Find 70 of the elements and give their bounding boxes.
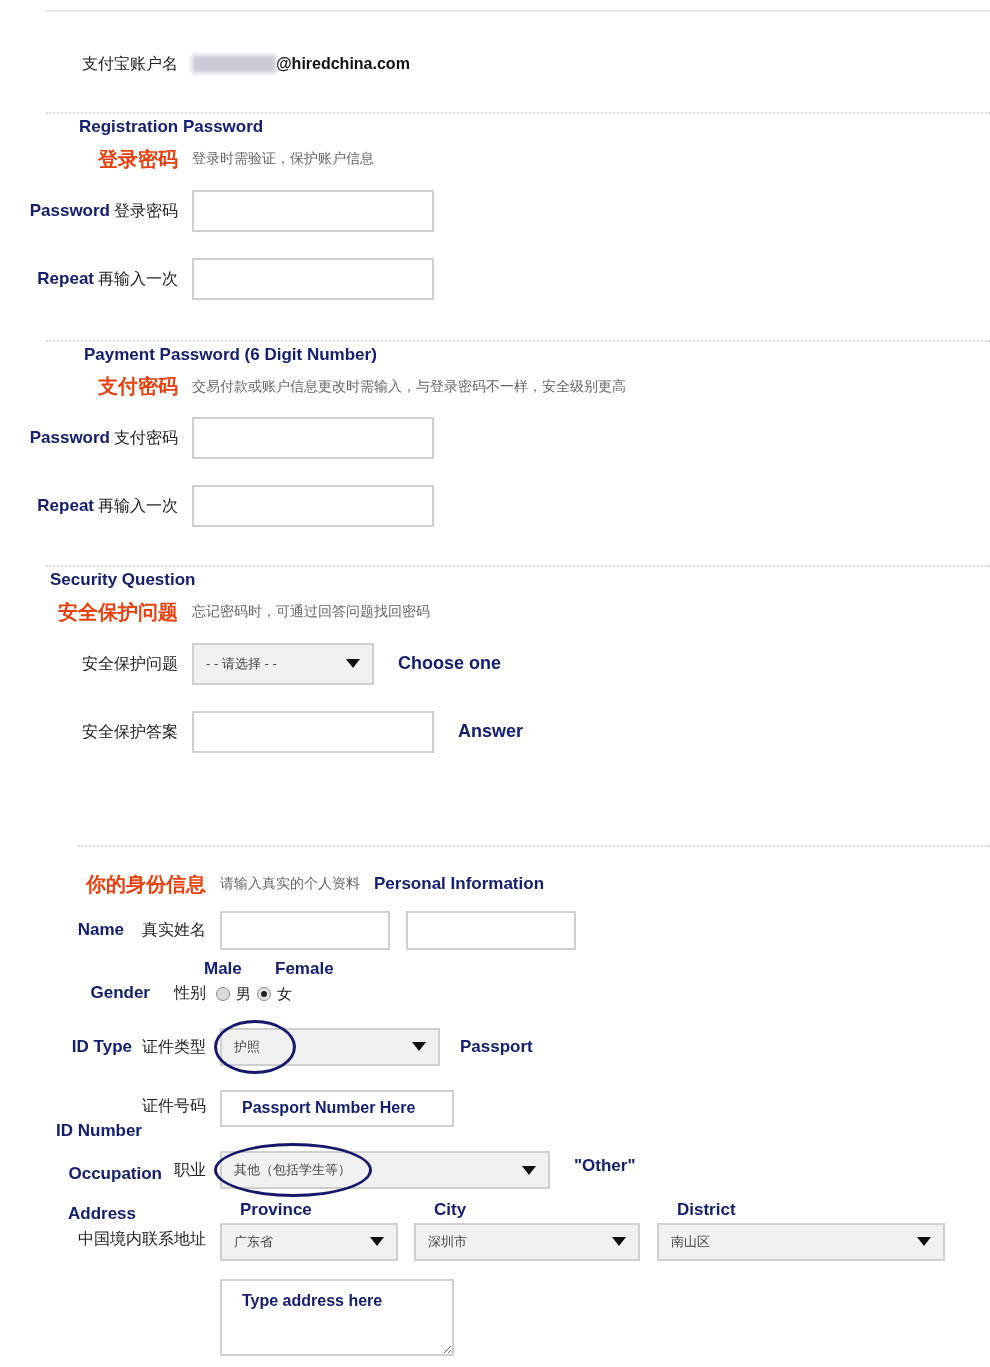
field-annotation: Passport: [460, 1035, 533, 1058]
field-label-english: Password: [29, 427, 110, 450]
option-annotation: Female: [275, 957, 334, 980]
option-annotation: Male: [204, 957, 243, 980]
dropdown[interactable]: 护照: [220, 1027, 440, 1066]
field-label: 职业: [174, 1160, 206, 1180]
input-field[interactable]: [192, 485, 434, 527]
caret-icon: [412, 1042, 426, 1051]
field-label-english: Occupation: [68, 1163, 162, 1186]
input-field[interactable]: [406, 910, 576, 950]
field-annotation: Province: [240, 1199, 313, 1221]
address-textarea[interactable]: Type address here: [220, 1278, 454, 1356]
radio-option[interactable]: 男: [216, 983, 251, 1006]
input-field[interactable]: [192, 189, 434, 232]
field-annotation: Answer: [458, 720, 524, 743]
section-hint: 交易付款或账户信息更改时需输入，与登录密码不一样，安全级别更高: [192, 376, 626, 396]
account-email: @hiredchina.com: [276, 54, 410, 74]
section-title: 安全保护问题: [58, 599, 178, 625]
field-label: 再输入一次: [98, 268, 178, 289]
input-field[interactable]: [192, 417, 434, 459]
section-annotation: Registration Password: [78, 116, 265, 138]
dropdown[interactable]: 南山区: [657, 1222, 945, 1261]
field-label: 性别: [174, 982, 206, 1003]
field-label: 安全保护问题: [82, 653, 178, 674]
field-label-english: Repeat: [37, 495, 94, 518]
field-label-english: ID Type: [71, 1035, 132, 1058]
field-annotation: District: [677, 1199, 737, 1221]
dropdown[interactable]: 广东省: [220, 1222, 398, 1261]
input-field[interactable]: [220, 910, 390, 950]
field-label: 中国境内联系地址: [78, 1228, 206, 1249]
section-title: 登录密码: [98, 146, 178, 172]
field-label-english: Password: [29, 199, 110, 222]
caret-icon: [612, 1237, 626, 1246]
section-title: 你的身份信息: [86, 871, 206, 897]
field-label-english: Address: [68, 1203, 137, 1225]
input-field[interactable]: [192, 710, 434, 753]
radio-option[interactable]: 女: [257, 983, 334, 1006]
input-field[interactable]: Passport Number Here: [220, 1089, 454, 1127]
field-annotation: "Other": [574, 1155, 636, 1178]
section-hint: 忘记密码时，可通过回答问题找回密码: [192, 602, 430, 621]
field-label: 真实姓名: [142, 920, 206, 940]
section-annotation: Personal Information: [374, 872, 545, 895]
field-label-english: Repeat: [37, 267, 94, 290]
section-hint: 登录时需验证，保护账户信息: [192, 149, 374, 168]
field-annotation: City: [434, 1199, 468, 1221]
field-label: 支付宝账户名: [82, 54, 178, 74]
field-label: 支付密码: [114, 428, 178, 448]
caret-icon: [346, 659, 360, 668]
section-hint: 请输入真实的个人资料: [220, 874, 360, 893]
dropdown[interactable]: 深圳市: [414, 1222, 640, 1261]
field-label-english: Gender: [90, 982, 150, 1004]
field-label-english: Name: [77, 919, 124, 942]
field-label: 证件类型: [142, 1036, 206, 1057]
field-label: 安全保护答案: [82, 721, 178, 742]
field-label: 登录密码: [114, 200, 178, 221]
caret-icon: [917, 1237, 931, 1246]
section-annotation: Security Question: [49, 569, 197, 591]
section-title: 支付密码: [98, 374, 178, 399]
field-label: 证件号码: [142, 1095, 206, 1116]
radio-button[interactable]: [216, 987, 230, 1002]
caret-icon: [522, 1165, 536, 1175]
section-annotation: Payment Password (6 Digit Number): [83, 343, 378, 366]
dropdown[interactable]: - - 请选择 - -: [192, 642, 374, 685]
field-annotation: Choose one: [398, 652, 501, 675]
field-label: 再输入一次: [98, 496, 178, 516]
dropdown[interactable]: 其他（包括学生等）: [220, 1151, 550, 1189]
radio-button[interactable]: [257, 987, 271, 1002]
field-label-english: ID Number: [56, 1119, 142, 1142]
input-field[interactable]: [192, 257, 434, 300]
caret-icon: [370, 1237, 384, 1246]
